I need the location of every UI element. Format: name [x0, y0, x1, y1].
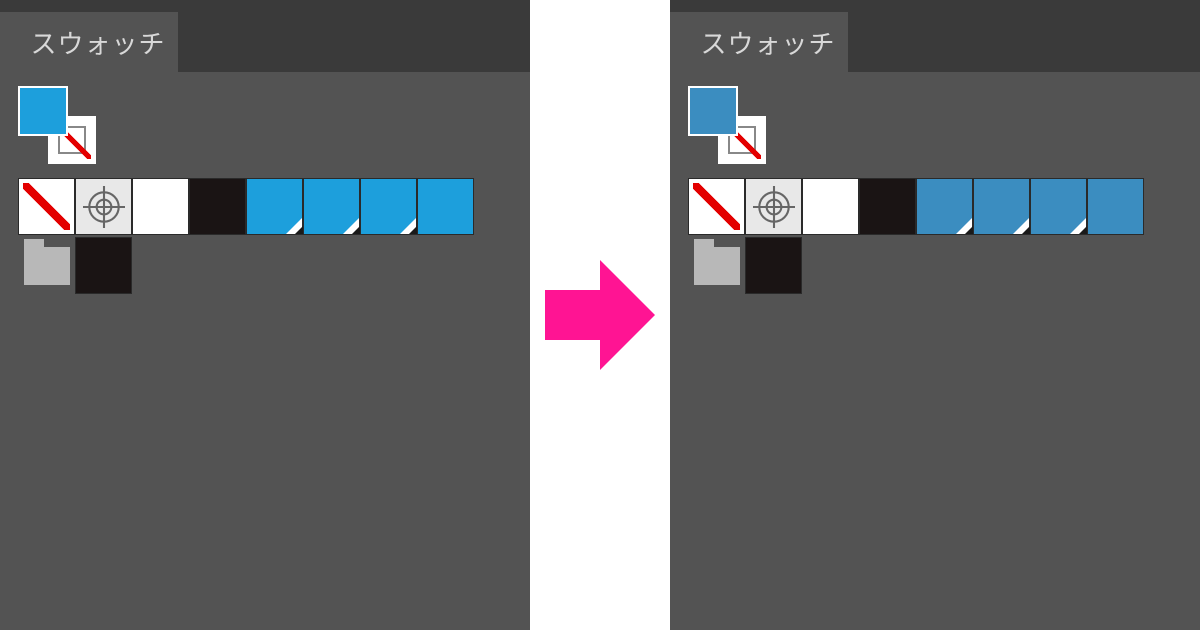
swatch-color[interactable]	[246, 178, 303, 235]
swatches-panel-before: スウォッチ	[0, 0, 530, 630]
swatch-black[interactable]	[189, 178, 246, 235]
swatch-none[interactable]	[18, 178, 75, 235]
swatch-black[interactable]	[745, 237, 802, 294]
swatch-registration[interactable]	[75, 178, 132, 235]
arrow-icon	[545, 260, 655, 370]
swatch-color[interactable]	[916, 178, 973, 235]
registration-icon	[753, 186, 795, 228]
swatch-color[interactable]	[360, 178, 417, 235]
global-swatch-icon	[286, 218, 302, 234]
folder-icon	[694, 247, 740, 285]
swatch-color[interactable]	[973, 178, 1030, 235]
swatch-row	[18, 237, 512, 294]
panel-top-bar	[0, 0, 530, 12]
folder-icon	[24, 247, 70, 285]
panel-body	[670, 72, 1200, 630]
swatch-registration[interactable]	[745, 178, 802, 235]
swatch-black[interactable]	[75, 237, 132, 294]
tab-row: スウォッチ	[0, 12, 530, 72]
transition-arrow	[530, 0, 670, 630]
tab-row: スウォッチ	[670, 12, 1200, 72]
global-swatch-icon	[956, 218, 972, 234]
fill-color-box[interactable]	[18, 86, 68, 136]
global-swatch-icon	[343, 218, 359, 234]
swatch-color[interactable]	[1030, 178, 1087, 235]
swatch-color[interactable]	[417, 178, 474, 235]
swatch-row	[688, 237, 1182, 294]
fill-stroke-indicator[interactable]	[688, 86, 766, 164]
swatch-white[interactable]	[802, 178, 859, 235]
global-swatch-icon	[1013, 218, 1029, 234]
global-swatch-icon	[1070, 218, 1086, 234]
fill-stroke-indicator[interactable]	[18, 86, 96, 164]
swatch-group-folder[interactable]	[18, 237, 75, 294]
swatch-row	[688, 178, 1182, 235]
swatches-panel-after: スウォッチ	[670, 0, 1200, 630]
tab-swatches[interactable]: スウォッチ	[688, 12, 848, 72]
swatch-white[interactable]	[132, 178, 189, 235]
global-swatch-icon	[400, 218, 416, 234]
panel-top-bar	[670, 0, 1200, 12]
registration-icon	[83, 186, 125, 228]
swatch-black[interactable]	[859, 178, 916, 235]
tab-swatches[interactable]: スウォッチ	[18, 12, 178, 72]
fill-color-box[interactable]	[688, 86, 738, 136]
swatch-group-folder[interactable]	[688, 237, 745, 294]
panel-body	[0, 72, 530, 630]
swatch-row	[18, 178, 512, 235]
swatch-color[interactable]	[303, 178, 360, 235]
swatch-none[interactable]	[688, 178, 745, 235]
swatch-color[interactable]	[1087, 178, 1144, 235]
